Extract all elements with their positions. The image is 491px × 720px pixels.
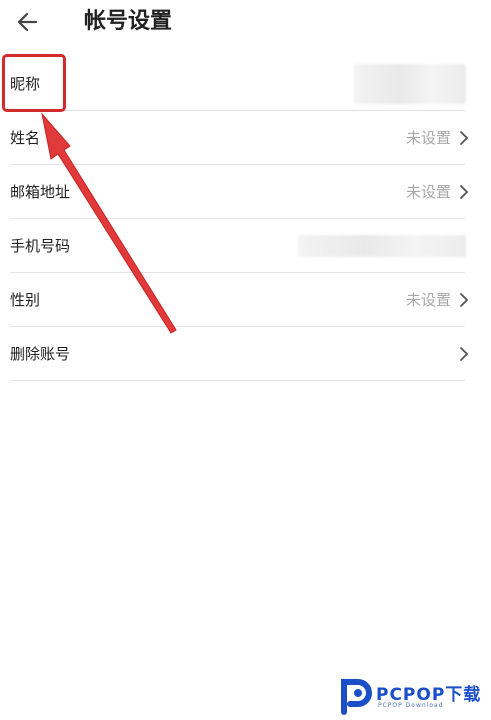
watermark-sub: PCPOP Download (378, 702, 444, 709)
page-title: 帐号设置 (84, 9, 173, 34)
pcpop-logo-icon (341, 679, 372, 715)
row-label: 邮箱地址 (10, 183, 71, 201)
row-gender[interactable]: 性别 未设置 (0, 273, 491, 327)
blurred-value (354, 64, 466, 104)
row-phone[interactable]: 手机号码 (0, 219, 491, 273)
chevron-right-icon (460, 293, 468, 307)
row-label: 姓名 (10, 129, 41, 147)
back-arrow-icon[interactable] (14, 8, 42, 36)
chevron-right-icon (460, 131, 468, 145)
highlight-box (2, 54, 66, 112)
row-value: 未设置 (405, 129, 451, 147)
chevron-right-icon (460, 347, 468, 361)
row-value: 未设置 (405, 291, 451, 309)
chevron-right-icon (460, 185, 468, 199)
blurred-value (298, 235, 466, 257)
divider (10, 380, 465, 381)
row-delete-account[interactable]: 删除账号 (0, 327, 491, 381)
row-nickname[interactable]: 昵称 (0, 57, 491, 111)
row-label: 手机号码 (10, 237, 71, 255)
row-value: 未设置 (405, 183, 451, 201)
app-header: 帐号设置 (0, 0, 491, 48)
watermark: PCPOP下载 PCPOP Download (338, 676, 488, 716)
settings-list: 昵称 姓名 未设置 邮箱地址 未设置 手机号码 性别 未设置 删除账号 (0, 57, 491, 381)
row-email[interactable]: 邮箱地址 未设置 (0, 165, 491, 219)
row-name[interactable]: 姓名 未设置 (0, 111, 491, 165)
row-label: 性别 (10, 291, 41, 309)
row-label: 删除账号 (10, 345, 71, 363)
